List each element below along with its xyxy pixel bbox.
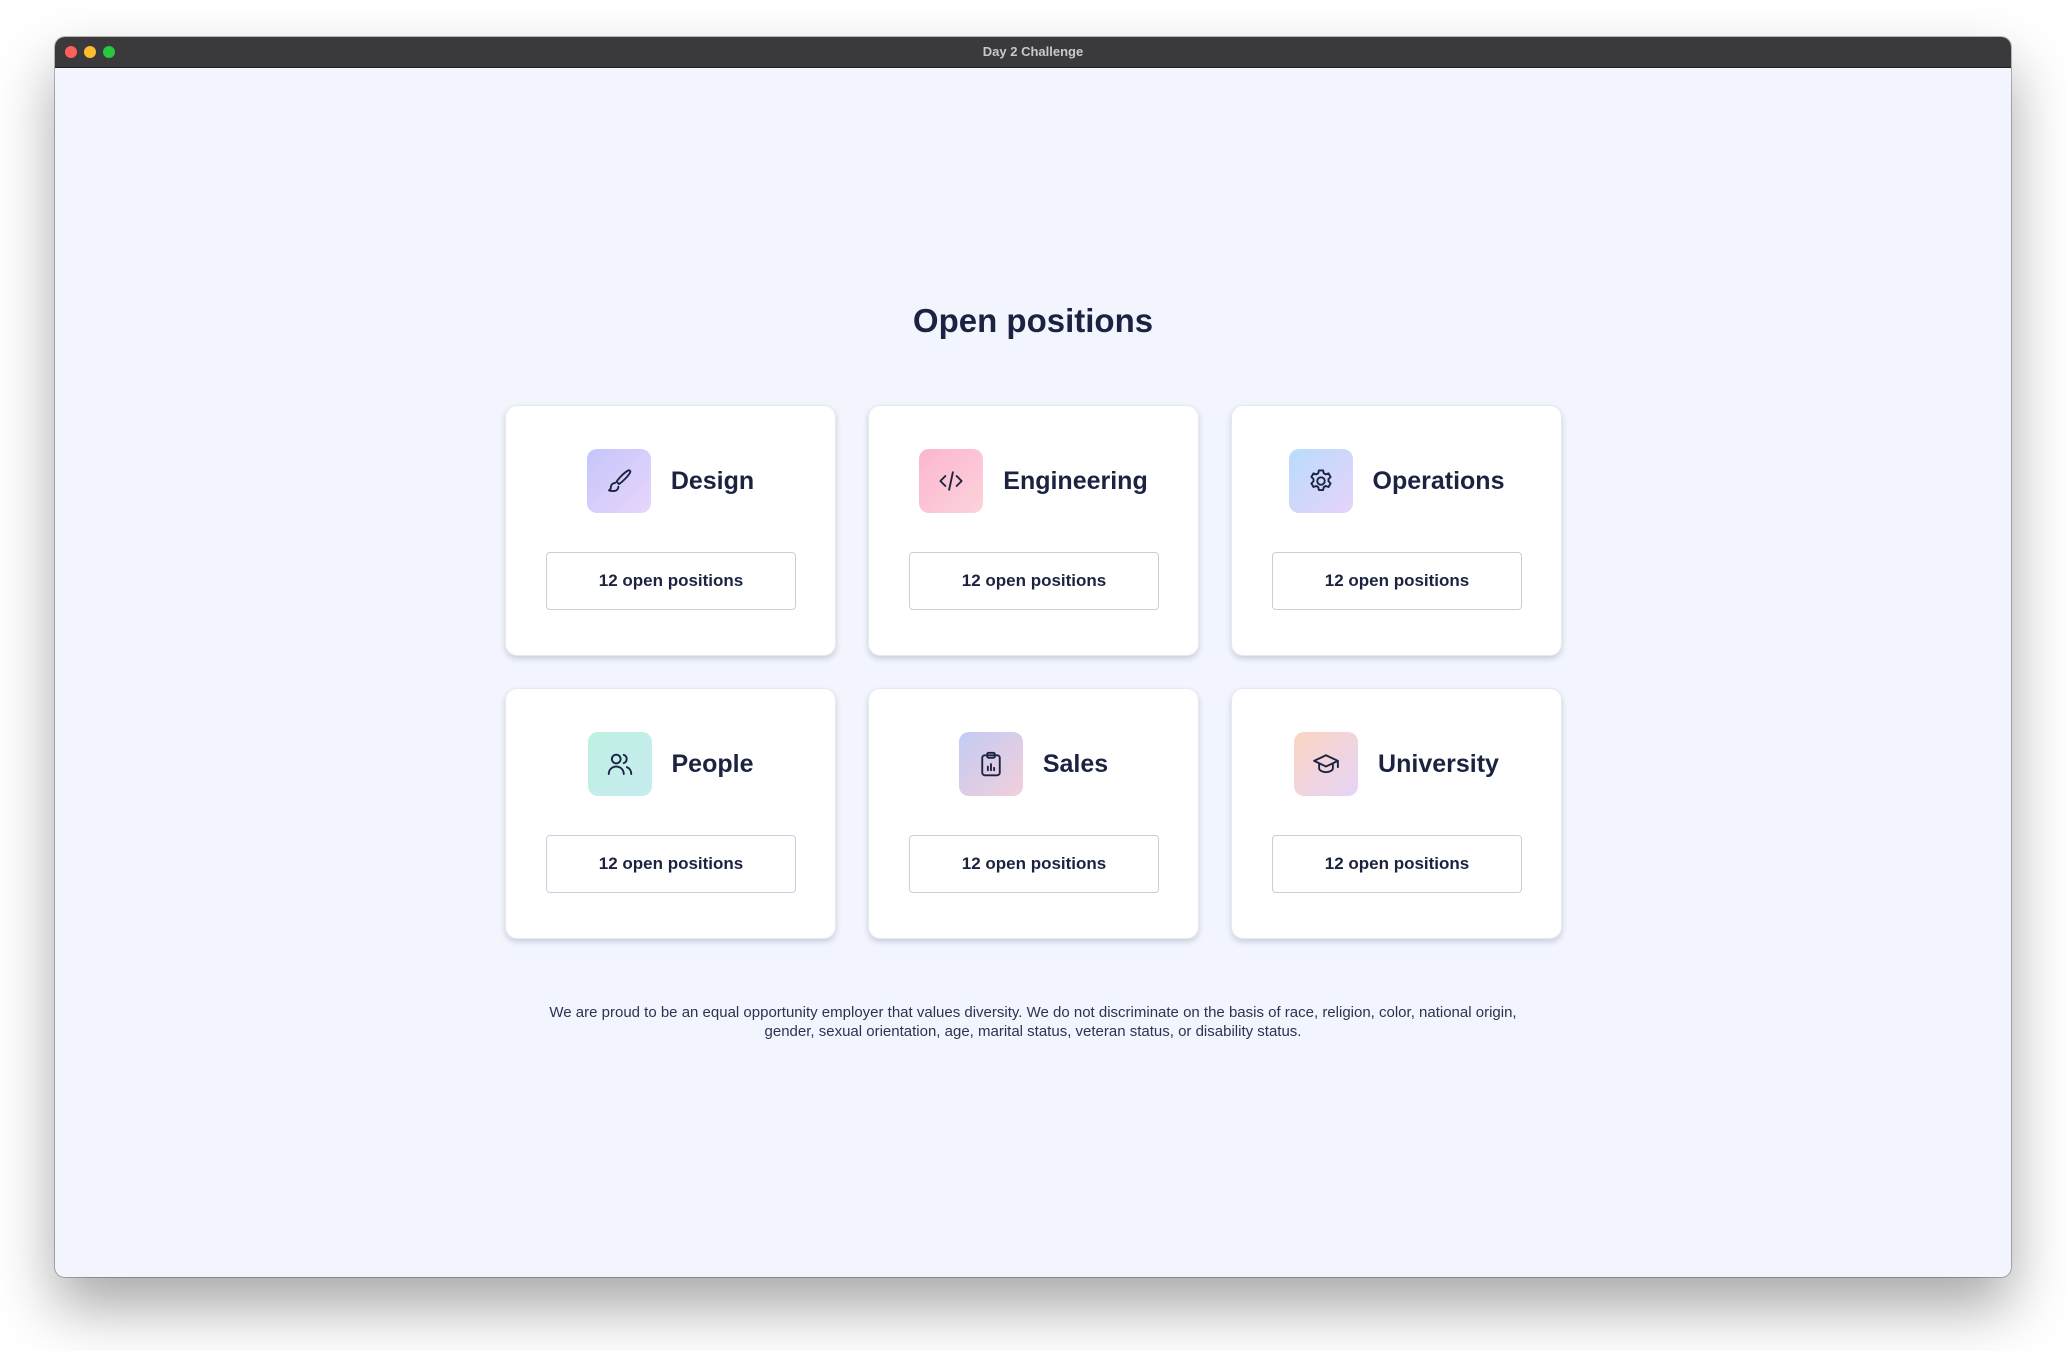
code-icon <box>919 449 984 513</box>
department-card-sales: Sales 12 open positions <box>868 688 1199 939</box>
window-title: Day 2 Challenge <box>982 44 1084 59</box>
open-positions-button-university[interactable]: 12 open positions <box>1272 835 1522 893</box>
app-window: Day 2 Challenge Open positions Design 12… <box>55 37 2011 1277</box>
department-card-design: Design 12 open positions <box>505 405 836 656</box>
brush-icon <box>586 449 651 513</box>
departments-grid: Design 12 open positions Engineering 12 … <box>505 405 1562 939</box>
department-name: Engineering <box>1003 466 1148 495</box>
department-card-engineering: Engineering 12 open positions <box>868 405 1199 656</box>
page-title: Open positions <box>912 302 1154 339</box>
open-positions-button-operations[interactable]: 12 open positions <box>1272 552 1522 610</box>
department-name: Design <box>670 466 755 495</box>
department-name: People <box>671 749 754 778</box>
open-positions-button-people[interactable]: 12 open positions <box>546 835 796 893</box>
graduation-cap-icon <box>1294 732 1359 796</box>
statement-line: We are proud to be an equal opportunity … <box>549 1004 1517 1021</box>
open-positions-button-sales[interactable]: 12 open positions <box>909 835 1159 893</box>
users-icon <box>587 732 652 796</box>
gear-icon <box>1288 449 1353 513</box>
department-card-university: University 12 open positions <box>1231 688 1562 939</box>
department-card-people: People 12 open positions <box>505 688 836 939</box>
clipboard-chart-icon <box>958 732 1023 796</box>
department-name: Sales <box>1042 749 1109 778</box>
department-name: University <box>1378 749 1499 778</box>
statement-line: gender, sexual orientation, age, marital… <box>764 1023 1302 1040</box>
equal-opportunity-statement: We are proud to be an equal opportunity … <box>55 1003 2011 1041</box>
open-positions-button-engineering[interactable]: 12 open positions <box>909 552 1159 610</box>
open-positions-button-design[interactable]: 12 open positions <box>546 552 796 610</box>
department-card-operations: Operations 12 open positions <box>1231 405 1562 656</box>
department-name: Operations <box>1372 466 1505 495</box>
title-bar: Day 2 Challenge <box>55 37 2011 68</box>
